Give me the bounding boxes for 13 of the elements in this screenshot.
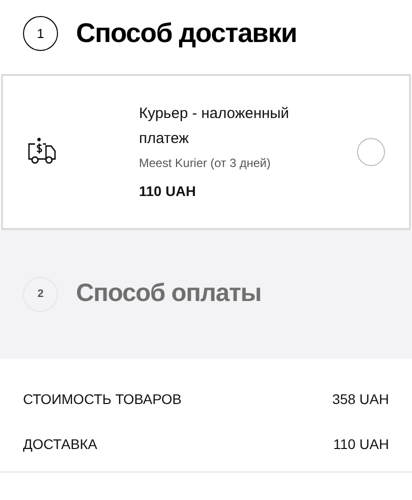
delivery-option-card[interactable]: Курьер - наложенный платеж Meest Kurier (от 3 дней) 110 UAH	[1, 74, 411, 230]
radio-button[interactable]	[357, 138, 385, 166]
step-number: 2	[23, 276, 58, 312]
summary-value: 358 UAH	[332, 390, 389, 408]
price-text: 110 UAH	[139, 182, 197, 201]
summary-value: 110 UAH	[333, 434, 389, 454]
summary-label: ДОСТАВКА	[23, 434, 98, 454]
section-title: Способ доставки	[76, 17, 297, 50]
step-number: 1	[23, 16, 58, 51]
section-title: Способ оплаты	[76, 278, 262, 310]
carrier-text: Meest Kurier (от 3 дней)	[139, 155, 272, 172]
option-name: Курьер - наложенный платеж	[139, 104, 290, 149]
summary-label: СТОИМОСТЬ ТОВАРОВ	[23, 390, 182, 408]
